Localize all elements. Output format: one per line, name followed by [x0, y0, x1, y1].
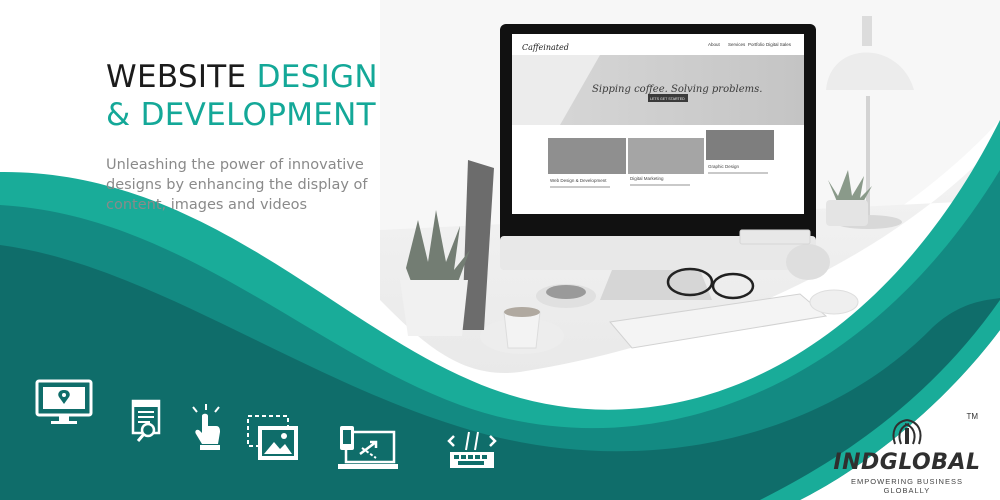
screen-hero-button-label: LETS GET STARTED — [650, 97, 685, 101]
headline-tagline: Unleashing the power of innovative desig… — [106, 157, 368, 213]
indglobal-logo[interactable]: TM INDGLOBAL EMPOWERING BUSINESS GLOBALL… — [832, 412, 982, 495]
web-document-search-icon — [130, 398, 164, 444]
screen-nav-portfolio: Portfolio — [748, 42, 765, 47]
location-monitor-icon — [34, 378, 94, 428]
headline-design: DESIGN — [256, 59, 378, 95]
headline-development: & DEVELOPMENT — [106, 97, 376, 133]
responsive-devices-icon — [336, 424, 400, 474]
code-keyboard-icon — [446, 428, 498, 472]
globe-logo-icon — [892, 419, 922, 445]
touch-tap-icon — [188, 404, 226, 452]
screen-card-title-2: Digital Marketing — [630, 176, 664, 181]
image-crop-icon — [246, 414, 302, 464]
page-headline: WEBSITE DESIGN & DEVELOPMENT — [106, 58, 378, 134]
hero-banner: Caffeinated About Services Portfolio Dig… — [0, 0, 1000, 500]
trademark-symbol: TM — [966, 412, 978, 421]
brand-tagline: EMPOWERING BUSINESS GLOBALLY — [851, 477, 963, 495]
brand-name: INDGLOBAL — [833, 450, 981, 475]
screen-nav-sales: Digital Sales — [766, 42, 792, 47]
headline-website: WEBSITE — [106, 59, 257, 95]
screen-card-title-1: Web Design & Development — [550, 178, 607, 183]
screen-nav-about: About — [708, 42, 721, 47]
screen-site-logo: Caffeinated — [522, 43, 569, 52]
screen-card-title-3: Graphic Design — [708, 164, 740, 169]
screen-hero-text: Sipping coffee. Solving problems. — [592, 84, 762, 95]
screen-nav-services: Services — [728, 42, 746, 47]
